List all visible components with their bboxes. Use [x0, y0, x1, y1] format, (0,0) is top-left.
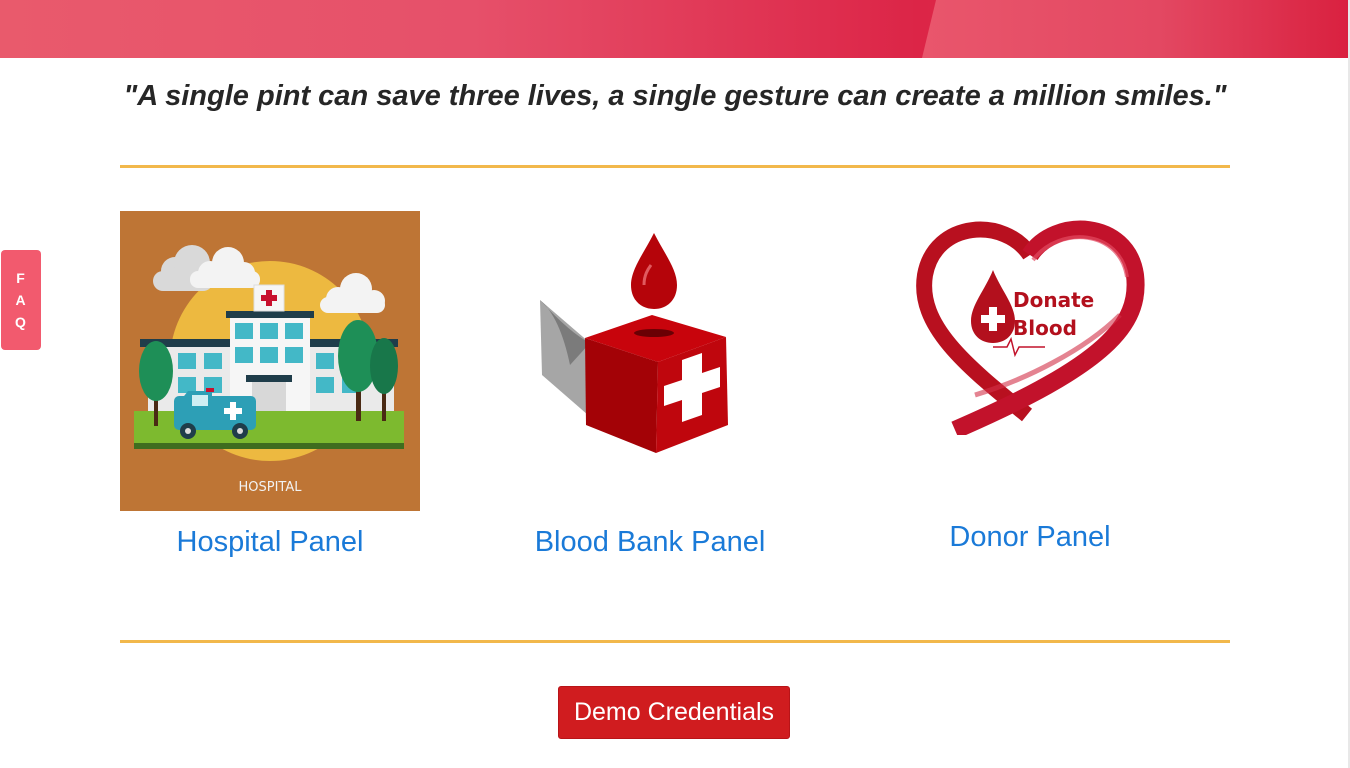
- faq-letter: Q: [15, 314, 27, 330]
- hospital-caption: HOSPITAL: [238, 480, 302, 495]
- faq-tab[interactable]: F A Q: [1, 250, 41, 350]
- top-divider: [120, 165, 1230, 168]
- hospital-panel-link[interactable]: Hospital Panel: [120, 526, 420, 559]
- donate-blood-heart-logo[interactable]: Donate Blood: [915, 215, 1145, 435]
- bottom-divider: [120, 640, 1230, 643]
- faq-letter: A: [15, 292, 27, 308]
- hospital-illustration[interactable]: HOSPITAL: [120, 211, 420, 511]
- blood-donation-box-icon[interactable]: [530, 225, 740, 460]
- header-facet: [922, 0, 1348, 58]
- top-header-bar: [0, 0, 1348, 58]
- demo-credentials-button[interactable]: Demo Credentials: [558, 686, 790, 739]
- logo-text-donate: Donate: [1013, 288, 1094, 312]
- faq-letter: F: [16, 270, 26, 286]
- donor-panel-link[interactable]: Donor Panel: [880, 521, 1180, 554]
- logo-text-blood: Blood: [1013, 316, 1077, 340]
- blood-bank-panel-link[interactable]: Blood Bank Panel: [500, 526, 800, 559]
- quote-heading: "A single pint can save three lives, a s…: [123, 80, 1227, 112]
